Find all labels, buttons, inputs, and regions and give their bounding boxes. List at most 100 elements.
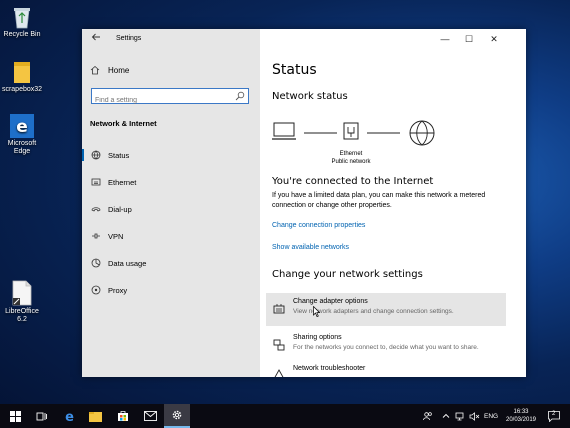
arrow-left-icon (91, 33, 100, 41)
edge-icon: e (65, 410, 74, 423)
ethernet-port-icon (343, 122, 359, 140)
network-diagram: Ethernet Public network (272, 117, 442, 167)
desktop-icon-scrapebox[interactable]: scrapebox32 (0, 60, 44, 94)
taskbar-store-button[interactable] (110, 404, 136, 428)
sidebar-item-label: Dial-up (108, 204, 132, 214)
clock-time: 16:33 (513, 409, 529, 415)
option-title: Sharing options (293, 334, 342, 341)
desktop-icon-edge[interactable]: e Microsoft Edge (0, 114, 44, 156)
sidebar-item-label: Status (108, 150, 130, 160)
search-icon[interactable] (235, 91, 245, 101)
sidebar-item-vpn[interactable]: VPN (82, 227, 260, 245)
mouse-cursor-icon (313, 306, 320, 317)
option-description: For the networks you connect to, decide … (293, 344, 479, 351)
language-indicator[interactable]: ENG (484, 404, 498, 428)
connected-description: If you have a limited data plan, you can… (272, 192, 486, 209)
start-button[interactable] (2, 404, 28, 428)
settings-window: Settings Home Network & Internet Status … (82, 29, 526, 377)
mail-icon (143, 411, 157, 421)
taskbar: e ENG 16:33 20/03/2019 2 (0, 404, 570, 428)
sidebar-item-label: Data usage (108, 258, 147, 268)
sidebar-item-status[interactable]: Status (82, 146, 260, 164)
desktop-icon-recycle-bin[interactable]: Recycle Bin (0, 5, 44, 39)
adapter-icon (273, 302, 285, 314)
vpn-icon (91, 231, 101, 241)
sidebar-item-proxy[interactable]: Proxy (82, 281, 260, 299)
svg-text:e: e (65, 410, 74, 423)
sidebar-item-ethernet[interactable]: Ethernet (82, 173, 260, 191)
pc-icon (272, 122, 296, 140)
desktop-icon-label: scrapebox32 (1, 86, 43, 93)
recycle-bin-icon (12, 5, 32, 29)
search-box[interactable] (91, 88, 249, 108)
volume-muted-icon[interactable] (469, 404, 480, 428)
window-title: Settings (116, 35, 142, 42)
data-usage-icon (91, 258, 101, 268)
network-tray-icon[interactable] (455, 404, 464, 428)
chevron-up-icon[interactable] (442, 404, 450, 428)
sidebar-item-dialup[interactable]: Dial-up (82, 200, 260, 218)
home-nav[interactable]: Home (90, 65, 129, 75)
back-button[interactable] (88, 32, 104, 46)
notification-center-button[interactable]: 2 (548, 404, 560, 428)
show-available-networks-link[interactable]: Show available networks (272, 244, 349, 251)
notification-icon: 2 (548, 411, 560, 422)
internet-globe-icon (409, 120, 435, 146)
sidebar-item-label: Proxy (108, 285, 128, 295)
sidebar-item-label: Ethernet (108, 177, 137, 187)
taskbar-settings-button[interactable] (164, 404, 190, 428)
option-title: Change adapter options (293, 298, 368, 305)
section-heading: Network & Internet (90, 119, 157, 128)
search-input[interactable] (92, 93, 232, 108)
desktop-icon-label: LibreOffice 6.2 (5, 308, 39, 323)
taskbar-edge-button[interactable]: e (56, 404, 82, 428)
gear-icon (172, 410, 182, 420)
globe-icon (91, 150, 101, 160)
home-icon (90, 65, 100, 75)
change-connection-properties-link[interactable]: Change connection properties (272, 222, 365, 229)
task-view-icon (36, 412, 47, 420)
system-clock[interactable]: 16:33 20/03/2019 (500, 408, 542, 424)
maximize-button[interactable]: ☐ (458, 32, 480, 46)
page-title: Status (272, 62, 317, 78)
sidebar-item-label: VPN (108, 231, 124, 241)
folder-icon (13, 60, 31, 84)
desktop-icon-label: Microsoft Edge (7, 140, 37, 155)
sharing-options[interactable]: Sharing options For the networks you con… (266, 329, 506, 362)
main-content: — ☐ ✕ Status Network status Ethernet Pub… (260, 29, 526, 377)
minimize-button[interactable]: — (434, 32, 456, 46)
home-label: Home (108, 65, 130, 75)
desktop-icon-libreoffice[interactable]: LibreOffice 6.2 (0, 280, 44, 324)
sharing-icon (273, 338, 285, 351)
ethernet-icon (91, 177, 101, 187)
close-icon: ✕ (490, 34, 498, 44)
adapter-name: Ethernet (339, 151, 363, 157)
libreoffice-icon (11, 280, 33, 306)
proxy-icon (91, 285, 101, 295)
maximize-icon: ☐ (464, 34, 474, 44)
close-button[interactable]: ✕ (483, 32, 505, 46)
desktop-icon-label: Recycle Bin (3, 31, 41, 38)
svg-text:e: e (16, 117, 28, 137)
people-icon[interactable] (423, 404, 433, 428)
minimize-icon: — (440, 34, 450, 44)
clock-date: 20/03/2019 (505, 417, 537, 423)
folder-icon (88, 411, 102, 422)
sidebar-item-data-usage[interactable]: Data usage (82, 254, 260, 272)
change-settings-heading: Change your network settings (272, 269, 423, 280)
troubleshooter-icon (273, 368, 285, 377)
sidebar: Settings Home Network & Internet Status … (82, 29, 260, 377)
option-title: Network troubleshooter (293, 365, 366, 372)
taskbar-file-explorer-button[interactable] (82, 404, 108, 428)
notification-count: 2 (552, 410, 556, 417)
network-type: Public network (331, 159, 371, 165)
task-view-button[interactable] (28, 404, 54, 428)
connected-heading: You're connected to the Internet (272, 176, 434, 187)
windows-logo-icon (9, 410, 21, 422)
store-icon (118, 411, 128, 421)
change-adapter-options[interactable]: Change adapter options View network adap… (266, 293, 506, 326)
dialup-icon (91, 204, 101, 214)
taskbar-mail-button[interactable] (137, 404, 163, 428)
edge-icon: e (10, 114, 34, 138)
network-troubleshooter[interactable]: Network troubleshooter (266, 365, 506, 377)
